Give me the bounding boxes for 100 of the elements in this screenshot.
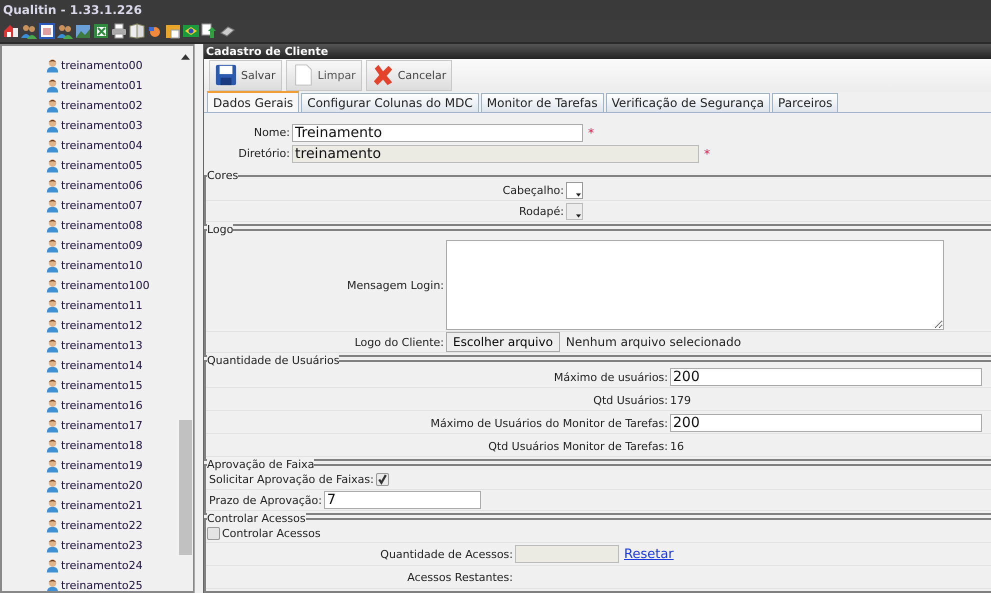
user-icon <box>45 557 60 573</box>
caret-icon <box>576 192 581 196</box>
field-label: Acessos Restantes: <box>406 570 514 584</box>
user-list-item[interactable]: treinamento05 <box>45 155 179 175</box>
user-list-item[interactable]: treinamento03 <box>45 115 179 135</box>
checkbox[interactable] <box>376 472 389 486</box>
user-list-item[interactable]: treinamento18 <box>45 435 179 455</box>
user-icon <box>45 477 60 493</box>
toolbar-button[interactable]: Limpar <box>286 60 362 91</box>
caret-icon <box>576 214 581 218</box>
tab[interactable]: Verificação de Segurança <box>606 93 770 112</box>
scroll-up-icon[interactable] <box>181 54 190 60</box>
field-label: Rodapé: <box>518 204 565 218</box>
user-list-item[interactable]: treinamento23 <box>45 535 179 555</box>
number-field[interactable]: 7 <box>324 491 481 509</box>
user-list-item[interactable]: treinamento14 <box>45 355 179 375</box>
arrows-icon[interactable] <box>201 23 217 39</box>
flag-icon[interactable] <box>183 23 199 39</box>
color-picker[interactable] <box>566 182 583 198</box>
file-status: Nenhum arquivo selecionado <box>566 335 742 349</box>
number-field[interactable]: 200 <box>670 414 982 432</box>
user-icon <box>45 537 60 553</box>
toolbar-button[interactable]: Cancelar <box>366 60 452 91</box>
field-label: Logo do Cliente: <box>354 336 445 348</box>
panel-title: Cadastro de Cliente <box>206 44 328 58</box>
user-list-item[interactable]: treinamento11 <box>45 295 179 315</box>
tab[interactable]: Configurar Colunas do MDC <box>301 93 479 112</box>
tab[interactable]: Parceiros <box>772 93 838 112</box>
user-list-item[interactable]: treinamento20 <box>45 475 179 495</box>
book-icon[interactable] <box>129 23 145 39</box>
user-icon <box>45 77 60 93</box>
section-legend: Quantidade de Usuários <box>207 354 340 367</box>
user-list-item[interactable]: treinamento12 <box>45 315 179 335</box>
tab[interactable]: Dados Gerais <box>207 91 300 112</box>
user-list-item[interactable]: treinamento16 <box>45 395 179 415</box>
required-mark: * <box>704 146 710 160</box>
user-icon <box>45 117 60 133</box>
user-list-item[interactable]: treinamento04 <box>45 135 179 155</box>
user-list-item[interactable]: treinamento21 <box>45 495 179 515</box>
field-label: Cabeçalho: <box>502 184 565 196</box>
user-list-item[interactable]: treinamento08 <box>45 215 179 235</box>
user-list-item[interactable]: treinamento00 <box>45 55 179 75</box>
field-label: Máximo de Usuários do Monitor de Tarefas: <box>429 416 669 430</box>
section-legend: Aprovação de Faixa <box>207 458 314 471</box>
user-icon <box>45 317 60 333</box>
user-list-item[interactable]: treinamento02 <box>45 95 179 115</box>
user-list-item[interactable]: treinamento09 <box>45 235 179 255</box>
user-icon <box>45 277 60 293</box>
user-icon <box>45 417 60 433</box>
user-list-item[interactable]: treinamento13 <box>45 335 179 355</box>
toolbar-button[interactable]: Salvar <box>209 60 282 91</box>
text-field[interactable]: Treinamento <box>292 124 583 142</box>
field-label: Nome: <box>252 126 291 139</box>
user-icon <box>45 457 60 473</box>
count-value: 179 <box>670 394 692 406</box>
reset-link[interactable]: Resetar <box>624 546 674 562</box>
user-list-item[interactable]: treinamento19 <box>45 455 179 475</box>
users-icon[interactable] <box>57 23 73 39</box>
user-list-item[interactable]: treinamento01 <box>45 75 179 95</box>
field-label: Qtd Usuários Monitor de Tarefas: <box>487 440 669 452</box>
house-icon[interactable] <box>3 23 19 39</box>
checkbox-label: Controlar Acessos <box>222 526 321 540</box>
folder-icon[interactable] <box>165 23 181 39</box>
checkbox[interactable] <box>207 526 220 540</box>
user-list-item[interactable]: treinamento24 <box>45 555 179 575</box>
user-icon <box>45 197 60 213</box>
user-icon <box>45 297 60 313</box>
user-list-item[interactable]: treinamento07 <box>45 195 179 215</box>
user-icon <box>45 397 60 413</box>
users-icon[interactable] <box>21 23 37 39</box>
spreadsheet-icon[interactable] <box>93 23 109 39</box>
section-legend: Controlar Acessos <box>207 512 306 525</box>
user-icon <box>45 237 60 253</box>
user-list-item[interactable]: treinamento25 <box>45 575 179 591</box>
user-list-item[interactable]: treinamento100 <box>45 275 179 295</box>
user-icon <box>45 57 60 73</box>
user-icon <box>45 337 60 353</box>
user-icon <box>45 97 60 113</box>
required-mark: * <box>588 126 594 140</box>
user-list-item[interactable]: treinamento22 <box>45 515 179 535</box>
user-list-item[interactable]: treinamento06 <box>45 175 179 195</box>
user-icon <box>45 437 60 453</box>
picture-icon[interactable] <box>75 23 91 39</box>
cross-icon <box>372 64 394 86</box>
field-label: Diretório: <box>237 147 291 160</box>
calendar-icon[interactable] <box>39 23 55 39</box>
printer-icon[interactable] <box>111 23 127 39</box>
window-title: Qualitin - 1.33.1.226 <box>3 3 142 17</box>
number-field[interactable]: 200 <box>670 368 982 386</box>
scrollbar-thumb[interactable] <box>179 420 192 555</box>
user-icon <box>45 577 60 591</box>
user-list-item[interactable]: treinamento17 <box>45 415 179 435</box>
choose-file-button[interactable]: Escolher arquivo <box>446 332 560 352</box>
user-list-item[interactable]: treinamento10 <box>45 255 179 275</box>
field-label: Solicitar Aprovação de Faixas: <box>209 472 374 486</box>
splitter-handle[interactable] <box>194 44 203 593</box>
field-label: Qtd Usuários: <box>592 394 669 406</box>
tab[interactable]: Monitor de Tarefas <box>480 93 604 112</box>
user-icon <box>45 177 60 193</box>
user-list-item[interactable]: treinamento15 <box>45 375 179 395</box>
